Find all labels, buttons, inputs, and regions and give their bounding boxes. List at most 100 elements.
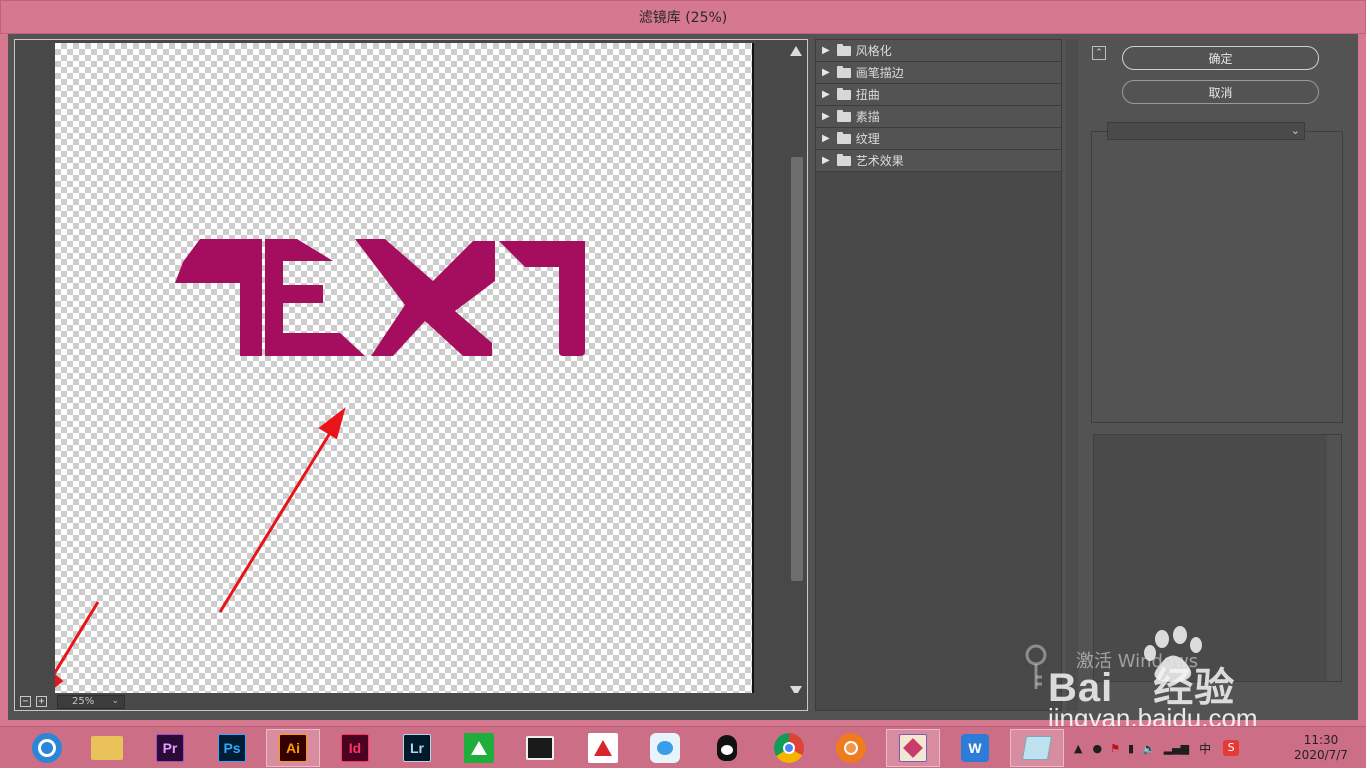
lightroom-icon: Lr [403, 734, 431, 762]
taskbar-app-file-explorer[interactable] [80, 729, 134, 767]
chevron-down-icon: ⌄ [1290, 124, 1300, 137]
blue-bird-app-icon [650, 733, 680, 763]
ok-button[interactable]: 确定 [1122, 46, 1319, 70]
layers-scrollbar[interactable] [1327, 435, 1341, 681]
text-artwork [175, 239, 585, 356]
preview-footer: − + 25% ⌄ [15, 693, 807, 710]
film-icon [526, 736, 554, 760]
expand-triangle-icon[interactable]: ▶ [822, 45, 830, 56]
filter-select[interactable]: ⌄ [1107, 122, 1305, 140]
tree-item-label: 艺术效果 [855, 154, 904, 168]
expand-triangle-icon[interactable]: ▶ [822, 133, 830, 144]
illustrator-icon: Ai [279, 734, 307, 762]
tree-item-artistic[interactable]: ▶ 艺术效果 [816, 150, 1061, 172]
tray-volume-icon[interactable]: 🔈 [1142, 742, 1156, 755]
tree-item-label: 素描 [855, 110, 880, 124]
taskbar-app-orange[interactable] [824, 729, 878, 767]
taskbar-app-red-green[interactable] [576, 729, 630, 767]
green-app-icon [464, 733, 494, 763]
taskbar-app-indesign[interactable]: Id [328, 729, 382, 767]
taskbar-app-notes[interactable] [1010, 729, 1064, 767]
cancel-button[interactable]: 取消 [1122, 80, 1319, 104]
browser-icon [32, 733, 62, 763]
zoom-in-button[interactable]: + [36, 696, 47, 707]
tree-item-texture[interactable]: ▶ 纹理 [816, 128, 1061, 150]
tree-item-label: 风格化 [855, 44, 892, 58]
tray-qq-icon[interactable]: ● [1092, 742, 1102, 755]
zoom-select[interactable]: 25% ⌄ [57, 694, 125, 709]
tray-battery-icon[interactable]: ▮ [1128, 742, 1134, 755]
tray-sogou-icon[interactable]: S [1223, 740, 1240, 756]
red-green-app-icon [588, 733, 618, 763]
preview-canvas[interactable] [39, 43, 752, 700]
photoshop-icon: Ps [218, 734, 246, 762]
expand-triangle-icon[interactable]: ▶ [822, 67, 830, 78]
paint-app-icon [899, 734, 927, 762]
folder-icon [836, 65, 851, 78]
scroll-up-icon[interactable] [790, 46, 802, 56]
taskbar-app-blue-bird[interactable] [638, 729, 692, 767]
taskbar-app-browser[interactable] [20, 729, 74, 767]
tree-item-label: 画笔描边 [855, 66, 904, 80]
notes-app-icon [1021, 736, 1053, 760]
taskbar-clock[interactable]: 11:30 2020/7/7 [1286, 733, 1356, 763]
expand-triangle-icon[interactable]: ▶ [822, 111, 830, 122]
folder-icon [91, 736, 123, 760]
preview-vertical-scrollbar[interactable] [787, 42, 807, 696]
chevron-down-icon: ⌄ [111, 695, 119, 706]
tree-item-brush-strokes[interactable]: ▶ 画笔描边 [816, 62, 1061, 84]
expand-triangle-icon[interactable]: ▶ [822, 155, 830, 166]
taskbar: Pr Ps Ai Id Lr W ▲ ● ⚑ ▮ 🔈 ▂▄▆ 中 S 11:30… [0, 726, 1366, 768]
canvas-artwork [39, 239, 585, 700]
canvas-edge [752, 43, 754, 693]
qq-penguin-icon [713, 734, 741, 762]
clock-time: 11:30 [1303, 733, 1339, 747]
folder-icon [836, 43, 851, 56]
taskbar-app-video[interactable] [513, 729, 567, 767]
taskbar-app-paint[interactable] [886, 729, 940, 767]
taskbar-app-lightroom[interactable]: Lr [390, 729, 444, 767]
folder-icon [836, 87, 851, 100]
expand-triangle-icon[interactable]: ▶ [822, 89, 830, 100]
filter-gallery-dialog: − + 25% ⌄ ▶ 风格化 ▶ 画笔描边 ▶ 扭曲 ▶ 素描 ▶ 纹理 ▶ … [8, 34, 1358, 720]
tree-item-stylize[interactable]: ▶ 风格化 [816, 40, 1061, 62]
taskbar-app-green[interactable] [452, 729, 506, 767]
tray-flag-icon[interactable]: ⚑ [1110, 742, 1120, 755]
annotation-arrows [39, 407, 346, 700]
folder-icon [836, 153, 851, 166]
tree-item-label: 扭曲 [855, 88, 880, 102]
orange-app-icon [836, 733, 866, 763]
tree-scrollbar[interactable] [1066, 39, 1078, 711]
tray-ime-label[interactable]: 中 [1199, 740, 1211, 757]
premiere-icon: Pr [156, 734, 184, 762]
scrollbar-thumb[interactable] [791, 157, 803, 581]
clock-date: 2020/7/7 [1294, 748, 1348, 762]
settings-panel: ⌃ 确定 取消 ⌄ [1078, 39, 1358, 720]
tree-item-sketch[interactable]: ▶ 素描 [816, 106, 1061, 128]
taskbar-app-wps[interactable]: W [948, 729, 1002, 767]
taskbar-app-qq[interactable] [700, 729, 754, 767]
folder-icon [836, 131, 851, 144]
effect-layers-box [1093, 434, 1342, 682]
window-title: 滤镜库 (25%) [638, 10, 728, 26]
chrome-icon [774, 733, 804, 763]
filter-category-tree: ▶ 风格化 ▶ 画笔描边 ▶ 扭曲 ▶ 素描 ▶ 纹理 ▶ 艺术效果 [815, 39, 1062, 711]
collapse-panel-icon[interactable]: ⌃ [1092, 46, 1106, 60]
tree-item-label: 纹理 [855, 132, 880, 146]
preview-frame: − + 25% ⌄ [14, 39, 808, 711]
tray-expand-icon[interactable]: ▲ [1074, 742, 1082, 755]
folder-icon [836, 109, 851, 122]
taskbar-app-photoshop[interactable]: Ps [205, 729, 259, 767]
system-tray: ▲ ● ⚑ ▮ 🔈 ▂▄▆ 中 S [1074, 727, 1240, 768]
taskbar-app-illustrator[interactable]: Ai [266, 729, 320, 767]
taskbar-app-chrome[interactable] [762, 729, 816, 767]
indesign-icon: Id [341, 734, 369, 762]
zoom-out-button[interactable]: − [20, 696, 31, 707]
window-titlebar[interactable]: 滤镜库 (25%) [0, 0, 1366, 34]
zoom-value: 25% [72, 696, 95, 707]
wps-icon: W [961, 734, 989, 762]
tree-item-distort[interactable]: ▶ 扭曲 [816, 84, 1061, 106]
taskbar-app-premiere[interactable]: Pr [143, 729, 197, 767]
filter-settings-box [1091, 131, 1343, 423]
tray-network-icon[interactable]: ▂▄▆ [1164, 742, 1189, 755]
